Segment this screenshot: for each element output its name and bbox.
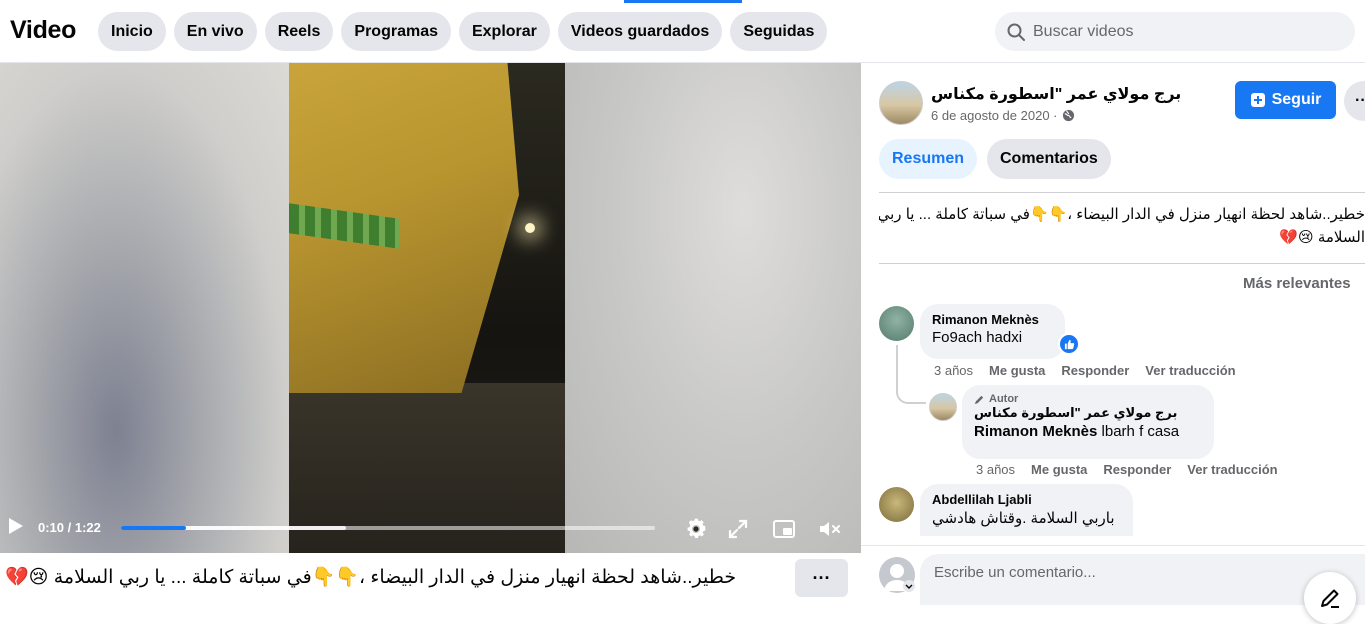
comment-text: باربي السلامة .وقتاش هادشي — [932, 510, 1115, 527]
search-input[interactable] — [1033, 22, 1333, 41]
like-button[interactable]: Me gusta — [989, 363, 1045, 378]
avatar[interactable] — [929, 393, 957, 421]
nav-programas[interactable]: Programas — [341, 12, 451, 51]
new-message-button[interactable] — [1304, 572, 1356, 624]
comment-bubble: Rimanon Meknès Fo9ach hadxi — [920, 304, 1065, 359]
divider — [861, 545, 1365, 546]
video-progress-bar[interactable] — [121, 526, 655, 530]
compose-icon — [1321, 589, 1339, 608]
translate-button[interactable]: Ver traducción — [1145, 363, 1235, 378]
page-avatar[interactable] — [879, 81, 923, 125]
video-nav: Inicio En vivo Reels Programas Explorar … — [98, 12, 828, 51]
video-progress-fill — [121, 526, 187, 530]
like-reaction-icon[interactable] — [1058, 333, 1080, 355]
active-nav-indicator — [624, 0, 742, 3]
page-name[interactable]: برج مولاي عمر "اسطورة مكناس — [931, 84, 1181, 104]
video-blur-background-left — [0, 63, 289, 553]
tab-comentarios[interactable]: Comentarios — [987, 139, 1111, 179]
comment-age: 3 años — [976, 462, 1016, 477]
pencil-icon — [974, 395, 984, 404]
follow-button[interactable]: Seguir — [1235, 81, 1336, 119]
video-blur-background-right — [565, 63, 861, 553]
post-date: 6 de agosto de 2020 · — [931, 108, 1075, 123]
reply-button[interactable]: Responder — [1103, 462, 1171, 477]
reply-button[interactable]: Responder — [1061, 363, 1129, 378]
comment-actions: 3 años Me gusta Responder Ver traducción — [934, 363, 1236, 378]
tab-resumen[interactable]: Resumen — [879, 139, 978, 179]
comment-text-body: lbarh f casa — [1097, 423, 1180, 440]
page-title: Video — [10, 16, 77, 44]
nav-seguidas[interactable]: Seguidas — [730, 12, 828, 51]
avatar[interactable] — [879, 487, 914, 522]
nav-reels[interactable]: Reels — [264, 12, 334, 51]
comment-age: 3 años — [934, 363, 974, 378]
comment-bubble: Abdellilah Ljabli باربي السلامة .وقتاش ه… — [920, 484, 1133, 536]
settings-gear-icon[interactable] — [684, 517, 708, 541]
video-street-lamp — [525, 223, 535, 233]
fullscreen-icon[interactable] — [726, 517, 750, 541]
post-description: خطير..شاهد لحظة انهيار منزل في الدار الب… — [879, 203, 1365, 251]
divider — [879, 192, 1365, 193]
chevron-down-icon[interactable] — [903, 580, 915, 592]
comment-text: Fo9ach hadxi — [932, 329, 1023, 346]
top-bar: Video Inicio En vivo Reels Programas Exp… — [0, 0, 1365, 63]
nav-en-vivo[interactable]: En vivo — [173, 12, 257, 51]
comment-mention[interactable]: Rimanon Meknès — [974, 423, 1097, 440]
description-line-1: خطير..شاهد لحظة انهيار منزل في الدار الب… — [879, 206, 1365, 223]
video-time: 0:10 / 1:22 — [38, 520, 101, 535]
description-line-2: السلامة 😢💔 — [1279, 229, 1365, 246]
follow-label: Seguir — [1271, 91, 1322, 108]
author-badge-label: Autor — [989, 393, 1019, 405]
comment-text: Rimanon Meknès lbarh f casa — [974, 423, 1202, 440]
comment-author[interactable]: Rimanon Meknès — [932, 312, 1053, 327]
video-frame — [289, 63, 565, 553]
like-button[interactable]: Me gusta — [1031, 462, 1087, 477]
video-player[interactable] — [0, 63, 861, 553]
nav-videos-guardados[interactable]: Videos guardados — [557, 12, 723, 51]
search-icon — [1007, 23, 1025, 41]
globe-icon — [1062, 109, 1074, 122]
caption-more-button[interactable]: ··· — [795, 559, 848, 597]
play-icon[interactable] — [8, 517, 24, 535]
comment-input[interactable] — [934, 564, 1294, 581]
translate-button[interactable]: Ver traducción — [1187, 462, 1277, 477]
divider — [879, 263, 1365, 264]
mute-icon[interactable] — [818, 517, 842, 541]
comment-actions: 3 años Me gusta Responder Ver traducción — [976, 462, 1278, 477]
nav-explorar[interactable]: Explorar — [458, 12, 550, 51]
reply-bubble: Autor برج مولاي عمر "اسطورة مكناس Rimano… — [962, 385, 1214, 459]
reply-thread-line — [896, 345, 926, 404]
follow-plus-icon — [1250, 93, 1265, 107]
comment-composer[interactable] — [920, 554, 1365, 605]
search-bar[interactable] — [995, 12, 1355, 51]
comment-author[interactable]: Abdellilah Ljabli — [932, 492, 1121, 507]
nav-inicio[interactable]: Inicio — [98, 12, 166, 51]
avatar[interactable] — [879, 306, 914, 341]
comment-author[interactable]: برج مولاي عمر "اسطورة مكناس — [974, 405, 1202, 421]
picture-in-picture-icon[interactable] — [772, 517, 796, 541]
comment-sort-dropdown[interactable]: Más relevantes — [1243, 275, 1351, 292]
author-badge: Autor — [974, 393, 1202, 405]
post-date-text: 6 de agosto de 2020 · — [931, 108, 1058, 123]
video-caption: خطير..شاهد لحظة انهيار منزل في الدار الب… — [5, 567, 737, 588]
